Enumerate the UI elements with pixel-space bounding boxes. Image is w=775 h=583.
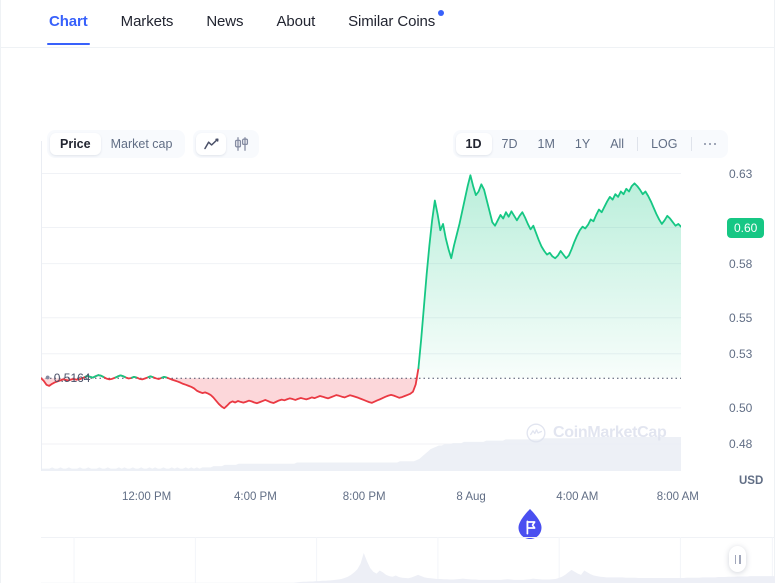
current-price-badge: 0.60: [727, 217, 765, 238]
chart-area-fill: [41, 175, 681, 409]
y-axis-tick-label: 0.63: [729, 166, 753, 181]
tab-about-label: About: [276, 13, 316, 30]
y-axis-tick-label: 0.55: [729, 310, 753, 325]
y-axis-tick-label: 0.53: [729, 346, 753, 361]
tab-markets-label: Markets: [120, 13, 174, 30]
y-axis: 0.63 0.60 0.58 0.55 0.53 0.50 0.48 USD: [689, 141, 769, 487]
reference-price-label: ● 0.5164: [45, 371, 91, 386]
navigator-right-handle[interactable]: [729, 546, 746, 572]
tab-chart-label: Chart: [49, 13, 88, 30]
chart-range-navigator[interactable]: [41, 537, 775, 583]
coin-chart-panel: Chart Markets News About Similar Coins P…: [0, 0, 775, 583]
x-axis-tick-label: 8 Aug: [456, 491, 486, 503]
y-axis-tick-label: 0.50: [729, 400, 753, 415]
tab-similar-coins[interactable]: Similar Coins: [348, 0, 445, 44]
price-chart: CoinMarketCap 0.63 0.60 0.58 0.55 0.53 0.50 0.…: [40, 141, 775, 503]
x-axis-tick-label: 12:00 PM: [121, 491, 172, 503]
navigator-gridlines: [41, 537, 775, 583]
y-axis-unit-label: USD: [739, 475, 764, 487]
chart-plot-area[interactable]: CoinMarketCap: [40, 141, 682, 471]
tab-about[interactable]: About: [276, 0, 315, 44]
chart-volume-overlay: [41, 437, 681, 471]
x-axis: 12:00 PM 4:00 PM 8:00 PM 8 Aug 4:00 AM 8:00 A…: [41, 491, 699, 511]
tab-news-label: News: [206, 13, 244, 30]
y-axis-tick-label: 0.48: [729, 437, 753, 451]
x-axis-tick-label: 4:00 PM: [233, 491, 277, 503]
tab-bar: Chart Markets News About Similar Coins: [1, 0, 775, 48]
tab-chart[interactable]: Chart: [47, 0, 90, 45]
tab-news[interactable]: News: [206, 0, 243, 44]
tab-similar-coins-label: Similar Coins: [348, 13, 436, 30]
chart-svg: [40, 141, 682, 471]
y-axis-tick-label: 0.58: [729, 256, 753, 271]
x-axis-tick-label: 4:00 AM: [556, 491, 599, 503]
x-axis-tick-label: 8:00 AM: [656, 491, 699, 503]
tab-markets[interactable]: Markets: [121, 0, 174, 44]
navigator-volume-area: [41, 553, 775, 583]
chart-toolbar: Price Market cap 1D 7D 1M 1Y All LOG: [1, 48, 775, 158]
navigator-svg: [41, 537, 775, 583]
x-axis-tick-label: 8:00 PM: [342, 491, 386, 503]
new-badge-dot-icon: [438, 10, 445, 16]
